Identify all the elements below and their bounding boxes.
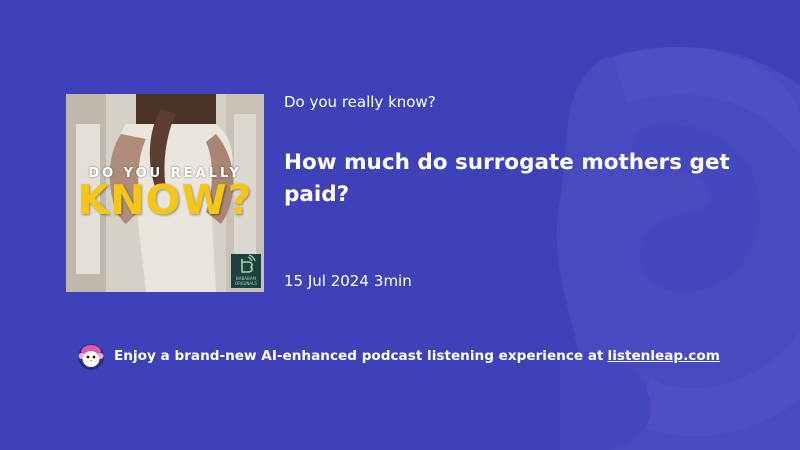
- episode-meta: 15 Jul 2024 3min: [284, 272, 412, 290]
- listenleap-link[interactable]: listenleap.com: [608, 348, 720, 364]
- promo-banner: Enjoy a brand-new AI-enhanced podcast li…: [76, 341, 720, 371]
- podcast-episode-card: DO YOU REALLY KNOW? BABABAM ORIGINALS Do…: [0, 0, 800, 450]
- episode-duration: 3min: [373, 272, 412, 290]
- badge-line-2: ORIGINALS: [235, 281, 257, 286]
- podcast-show-name[interactable]: Do you really know?: [284, 93, 436, 111]
- bababam-logo-icon: [241, 254, 256, 273]
- episode-date: 15 Jul 2024: [284, 272, 369, 290]
- promo-text: Enjoy a brand-new AI-enhanced podcast li…: [114, 348, 604, 364]
- episode-title[interactable]: How much do surrogate mothers get paid?: [284, 147, 754, 211]
- penguin-mascot-icon: [78, 344, 104, 370]
- badge-label: BABABAM ORIGINALS: [231, 276, 261, 286]
- podcast-cover-art[interactable]: DO YOU REALLY KNOW? BABABAM ORIGINALS: [66, 94, 264, 292]
- cover-title-main: KNOW?: [77, 176, 253, 224]
- bababam-originals-badge: BABABAM ORIGINALS: [231, 254, 261, 288]
